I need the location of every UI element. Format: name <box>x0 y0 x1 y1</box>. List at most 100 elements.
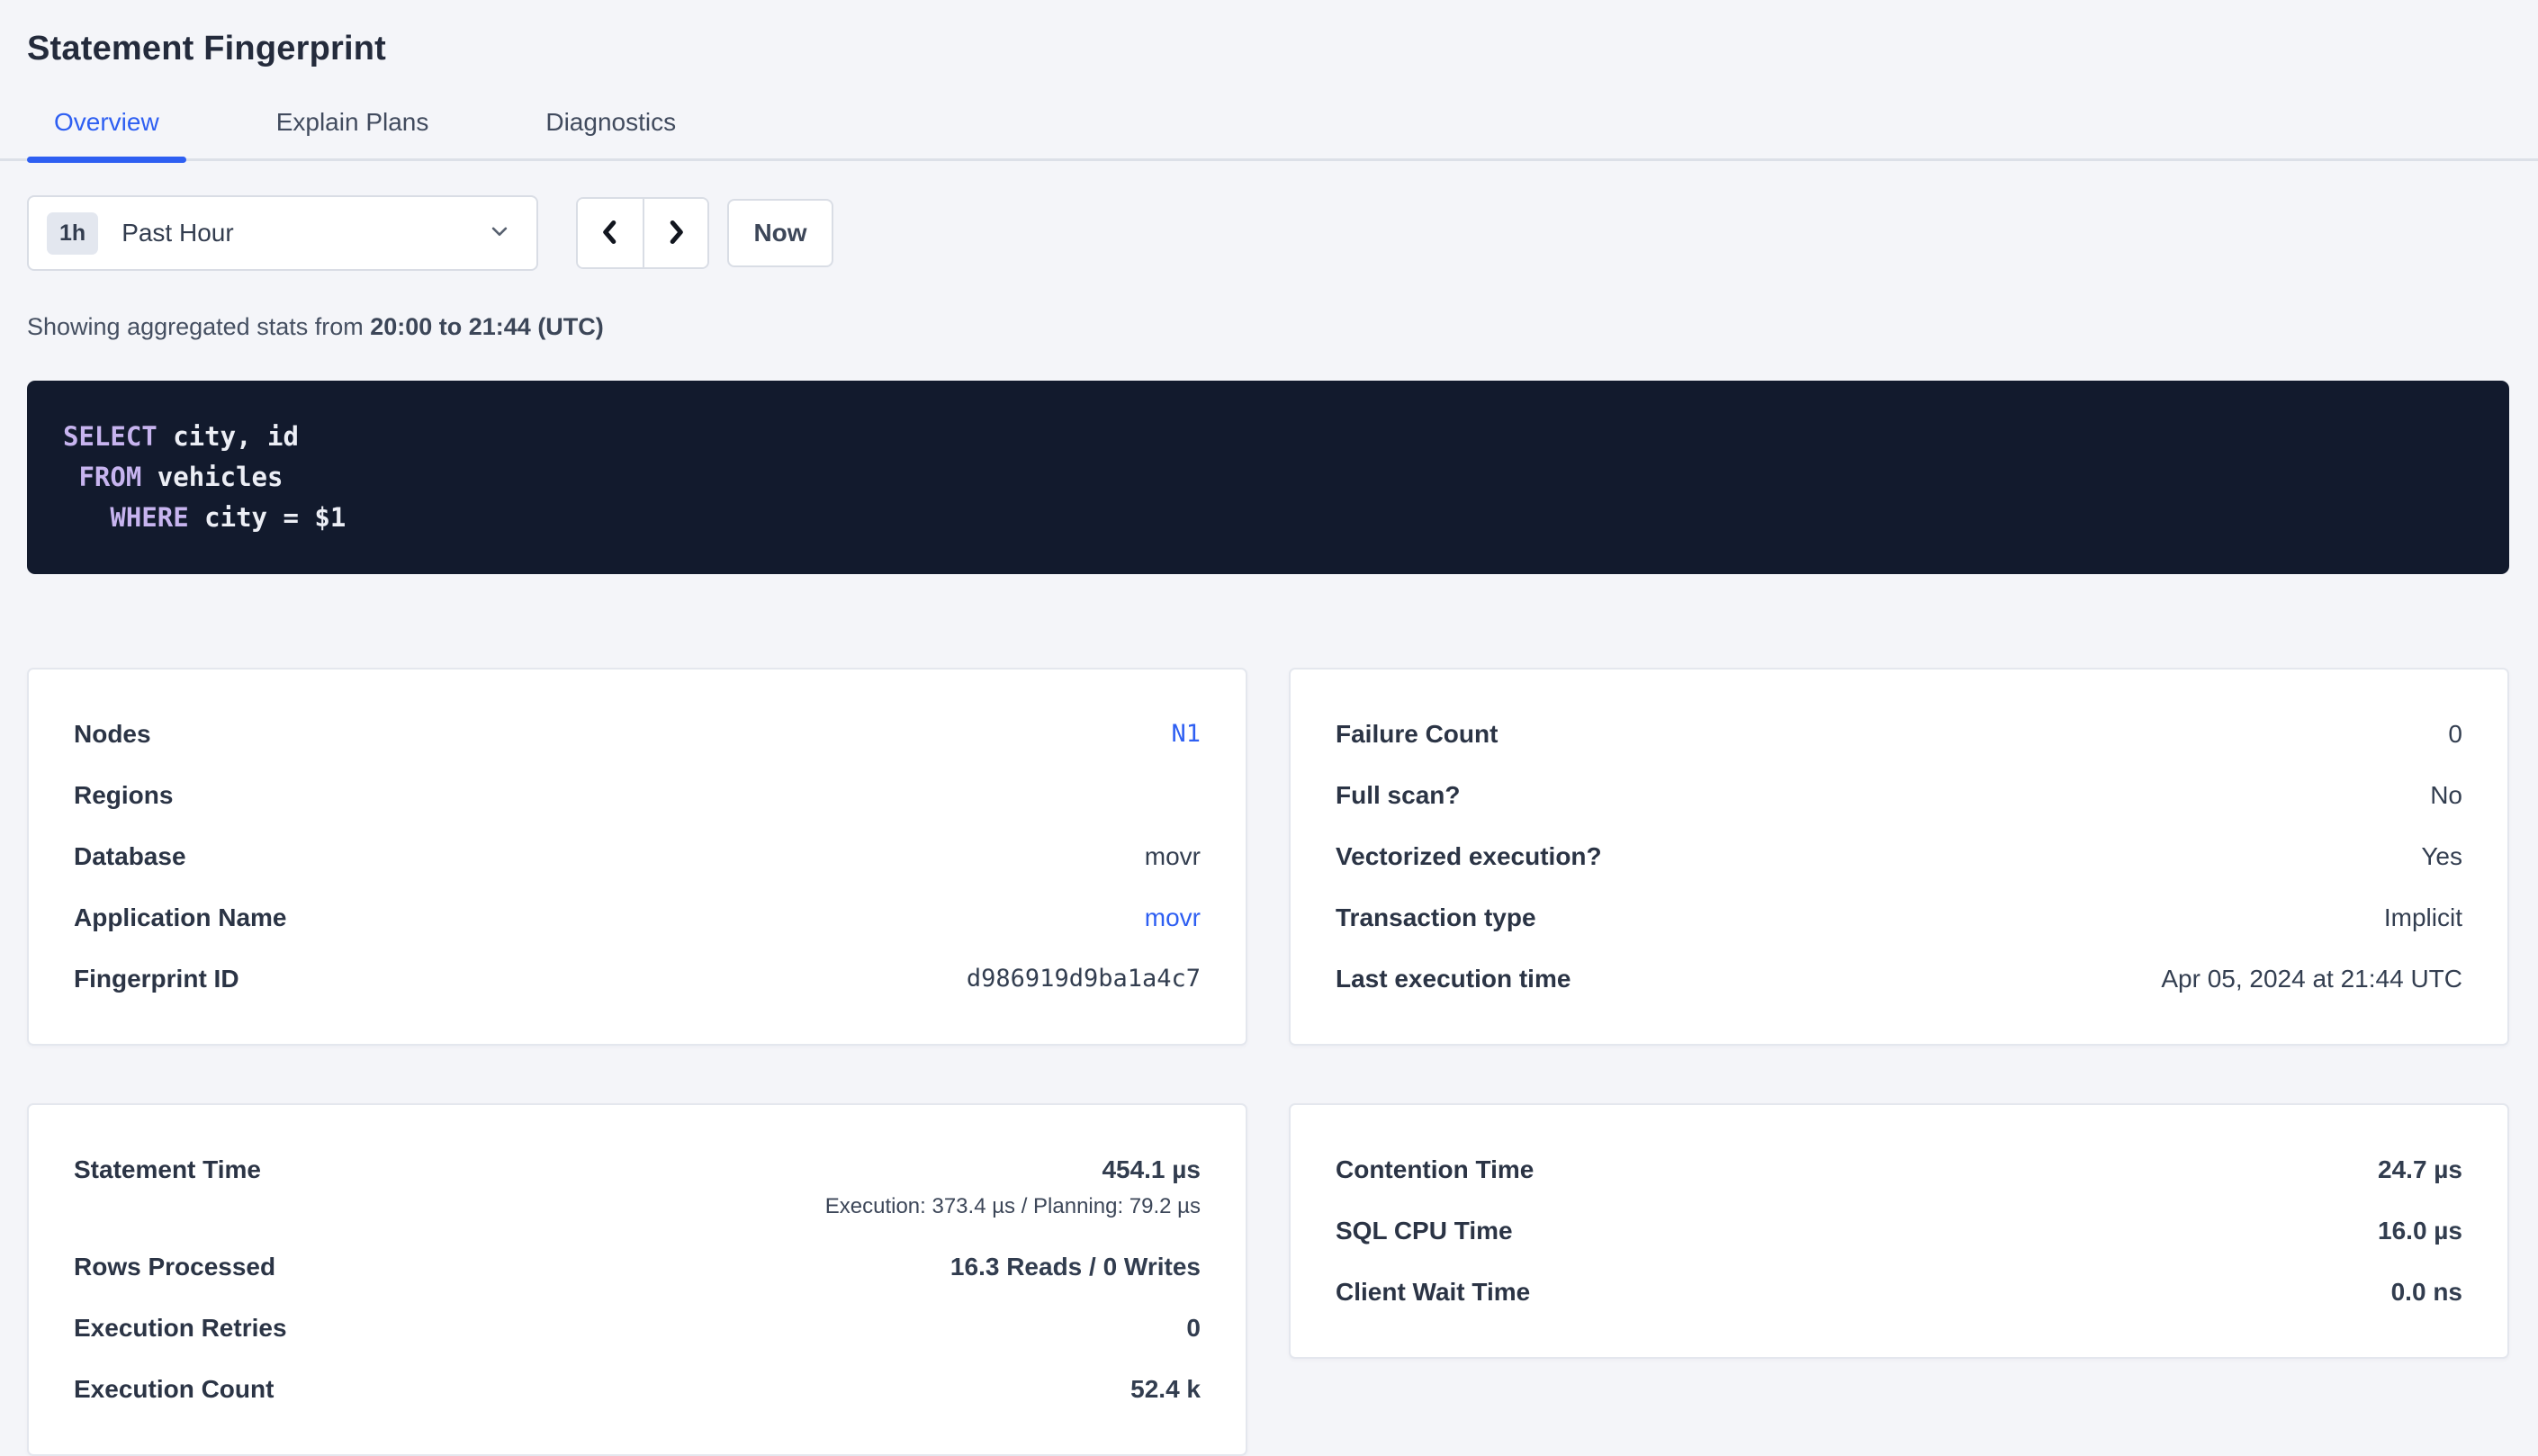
metric-value-group: movr <box>1145 841 1201 872</box>
metric-value-link[interactable]: N1 <box>1171 720 1201 748</box>
sql-text: vehicles <box>141 462 283 492</box>
metric-value: No <box>2430 781 2462 809</box>
metric-value: Yes <box>2421 842 2462 870</box>
metric-value: 24.7 µs <box>2378 1155 2462 1183</box>
metric-value-group: 0 <box>1186 1313 1201 1344</box>
metric-value-group: Apr 05, 2024 at 21:44 UTC <box>2161 964 2462 994</box>
aggregated-stats-prefix: Showing aggregated stats from <box>27 313 370 340</box>
metric-value-group: 0.0 ns <box>2391 1277 2462 1308</box>
summary-cards: NodesN1RegionsDatabasemovrApplication Na… <box>27 668 2509 1456</box>
metric-label: SQL CPU Time <box>1336 1216 1513 1246</box>
metric-label: Rows Processed <box>74 1252 275 1282</box>
tab-diagnostics[interactable]: Diagnostics <box>518 108 703 158</box>
metric-value-group: movr <box>1145 903 1201 933</box>
chevron-right-icon <box>660 214 692 253</box>
sql-statement: SELECT city, id FROM vehicles WHERE city… <box>63 417 2473 538</box>
metric-value-group: No <box>2430 780 2462 811</box>
metric-row: Execution Count 52.4 k <box>74 1359 1201 1420</box>
metric-label: Last execution time <box>1336 964 1570 994</box>
metric-label: Application Name <box>74 903 286 933</box>
metric-row: Application Name movr <box>74 887 1201 948</box>
time-range-label: Past Hour <box>122 219 234 247</box>
metric-value: 16.0 µs <box>2378 1217 2462 1245</box>
metric-row: Nodes N1 <box>74 704 1201 765</box>
metric-value-group: d986919d9ba1a4c7 <box>967 964 1201 994</box>
metric-row: Client Wait Time 0.0 ns <box>1336 1262 2462 1323</box>
now-button[interactable]: Now <box>727 199 833 267</box>
metric-label: Failure Count <box>1336 719 1498 750</box>
metric-value: movr <box>1145 842 1201 870</box>
page-title: Statement Fingerprint <box>27 29 2509 68</box>
execution-attributes-card: Failure Count 0 Full scan? No Vectorized exe… <box>1289 668 2509 1046</box>
metric-row: Database movr <box>74 826 1201 887</box>
metric-value-group: 16.3 Reads / 0 Writes <box>950 1252 1201 1282</box>
metric-row: Failure Count 0 <box>1336 704 2462 765</box>
sql-keyword: WHERE <box>110 502 188 533</box>
metric-value: Apr 05, 2024 at 21:44 UTC <box>2161 965 2462 993</box>
time-controls: 1h Past Hour <box>27 195 2509 271</box>
metric-row: Statement Time 454.1 µsExecution: 373.4 µ… <box>74 1139 1201 1236</box>
metric-value-group: 454.1 µsExecution: 373.4 µs / Planning: … <box>825 1155 1201 1221</box>
time-range-badge: 1h <box>47 212 98 255</box>
metric-value-group: 52.4 k <box>1130 1374 1201 1405</box>
metric-value-link[interactable]: movr <box>1145 903 1201 931</box>
metric-value-group: Yes <box>2421 841 2462 872</box>
metric-value: 52.4 k <box>1130 1375 1201 1403</box>
time-range-picker[interactable]: 1h Past Hour <box>27 195 538 271</box>
metric-value: 0 <box>1186 1314 1201 1342</box>
metric-row: Rows Processed 16.3 Reads / 0 Writes <box>74 1236 1201 1298</box>
statement-times-card: Statement Time 454.1 µsExecution: 373.4 µ… <box>27 1103 1247 1456</box>
metric-row: Contention Time 24.7 µs <box>1336 1139 2462 1200</box>
time-range-step-group <box>576 197 709 269</box>
statement-details-card: NodesN1RegionsDatabasemovrApplication Na… <box>27 668 1247 1046</box>
metric-row: Vectorized execution? Yes <box>1336 826 2462 887</box>
metric-label: Fingerprint ID <box>74 964 239 994</box>
metric-label: Database <box>74 841 186 872</box>
prev-range-button[interactable] <box>578 199 643 267</box>
metric-label: Statement Time <box>74 1155 261 1185</box>
tab-bar: Overview Explain Plans Diagnostics <box>0 108 2538 161</box>
metric-label: Vectorized execution? <box>1336 841 1602 872</box>
metric-row: Execution Retries 0 <box>74 1298 1201 1359</box>
chevron-down-icon <box>486 218 513 249</box>
metric-row: Regions <box>74 765 1201 826</box>
next-range-button[interactable] <box>643 199 707 267</box>
sql-text: city, id <box>158 421 299 452</box>
metric-value: 0 <box>2448 720 2462 748</box>
metric-value: 0.0 ns <box>2391 1278 2462 1306</box>
metric-value-group: Implicit <box>2384 903 2462 933</box>
metric-label: Full scan? <box>1336 780 1460 811</box>
sql-text <box>63 502 110 533</box>
sql-text: city = $1 <box>189 502 346 533</box>
metric-value: Implicit <box>2384 903 2462 931</box>
tab-overview[interactable]: Overview <box>27 108 186 158</box>
metric-row: Fingerprint ID d986919d9ba1a4c7 <box>74 948 1201 1010</box>
sql-keyword: FROM <box>78 462 141 492</box>
metric-label: Regions <box>74 780 173 811</box>
tab-explain-plans[interactable]: Explain Plans <box>249 108 456 158</box>
sql-statement-box: SELECT city, id FROM vehicles WHERE city… <box>27 381 2509 574</box>
metric-value-group: 24.7 µs <box>2378 1155 2462 1185</box>
metric-row: Full scan? No <box>1336 765 2462 826</box>
statement-fingerprint-page: Statement Fingerprint Overview Explain P… <box>0 0 2538 1456</box>
wait-times-card: Contention Time 24.7 µs SQL CPU Time 16.0 µ… <box>1289 1103 2509 1359</box>
metric-value: 16.3 Reads / 0 Writes <box>950 1253 1201 1281</box>
metric-value-group: 16.0 µs <box>2378 1216 2462 1246</box>
sql-text <box>63 462 78 492</box>
metric-label: Client Wait Time <box>1336 1277 1530 1308</box>
sql-keyword: SELECT <box>63 421 158 452</box>
chevron-left-icon <box>594 214 626 253</box>
metric-value-group: 0 <box>2448 719 2462 750</box>
metric-label: Execution Count <box>74 1374 274 1405</box>
metric-value: d986919d9ba1a4c7 <box>967 965 1201 993</box>
metric-subvalue: Execution: 373.4 µs / Planning: 79.2 µs <box>825 1192 1201 1221</box>
metric-label: Transaction type <box>1336 903 1536 933</box>
metric-value-group: N1 <box>1171 719 1201 750</box>
metric-row: Transaction type Implicit <box>1336 887 2462 948</box>
metric-label: Nodes <box>74 719 151 750</box>
metric-row: Last execution time Apr 05, 2024 at 21:44… <box>1336 948 2462 1010</box>
metric-label: Contention Time <box>1336 1155 1534 1185</box>
aggregated-stats-range: 20:00 to 21:44 (UTC) <box>370 313 604 340</box>
metric-label: Execution Retries <box>74 1313 287 1344</box>
metric-row: SQL CPU Time 16.0 µs <box>1336 1200 2462 1262</box>
